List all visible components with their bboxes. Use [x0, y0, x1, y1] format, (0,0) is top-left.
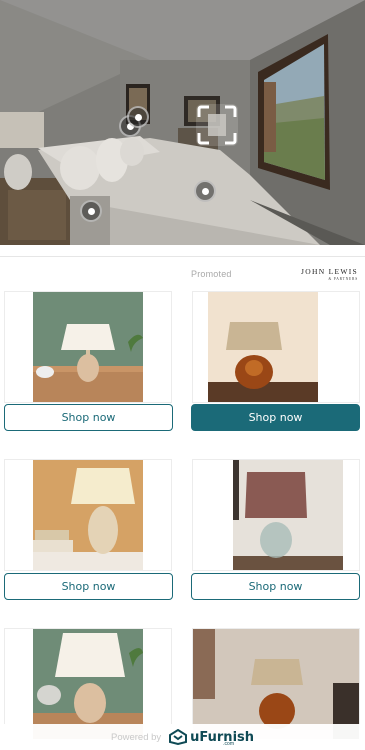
ufurnish-suffix: .com [223, 741, 234, 747]
john-lewis-logo[interactable]: JOHN LEWIS & PARTNERS [298, 267, 358, 283]
product-card-2[interactable] [192, 291, 360, 403]
ufurnish-logo-icon [169, 729, 188, 745]
product-card-3[interactable] [4, 459, 172, 571]
section-divider [0, 256, 365, 257]
hotspot-dot-icon [201, 187, 209, 195]
bedroom-illustration [0, 0, 365, 245]
product-image [193, 292, 359, 402]
shop-now-button-2[interactable]: Shop now [191, 404, 360, 431]
promoted-label: Promoted [191, 269, 232, 279]
ufurnish-wordmark: uFurnish [190, 729, 255, 745]
brand-logo-sub: & PARTNERS [328, 277, 358, 281]
room-scene-image [0, 0, 365, 245]
hotspot-dot-icon [87, 207, 95, 215]
shop-now-button-1[interactable]: Shop now [4, 404, 173, 431]
product-card-5[interactable] [4, 628, 172, 739]
product-image [193, 629, 359, 739]
product-image [5, 460, 171, 570]
hotspot-dot-icon [134, 113, 142, 121]
hotspot-wall-art[interactable] [127, 106, 149, 128]
powered-by-footer: Powered by uFurnish .com [0, 724, 365, 750]
scan-frame-icon [197, 105, 237, 145]
shop-now-button-4[interactable]: Shop now [191, 573, 360, 600]
product-card-1[interactable] [4, 291, 172, 403]
product-card-4[interactable] [192, 459, 360, 571]
visual-search-button[interactable] [196, 104, 238, 146]
ufurnish-logo[interactable]: uFurnish .com [169, 729, 255, 747]
product-image [5, 292, 171, 402]
hotspot-bedside[interactable] [80, 200, 102, 222]
hotspot-bed[interactable] [194, 180, 216, 202]
product-image [193, 460, 359, 570]
product-image [5, 629, 171, 739]
powered-by-text: Powered by [110, 731, 162, 743]
shop-now-button-3[interactable]: Shop now [4, 573, 173, 600]
brand-logo-name: JOHN LEWIS [301, 267, 358, 276]
product-card-6[interactable] [192, 628, 360, 739]
